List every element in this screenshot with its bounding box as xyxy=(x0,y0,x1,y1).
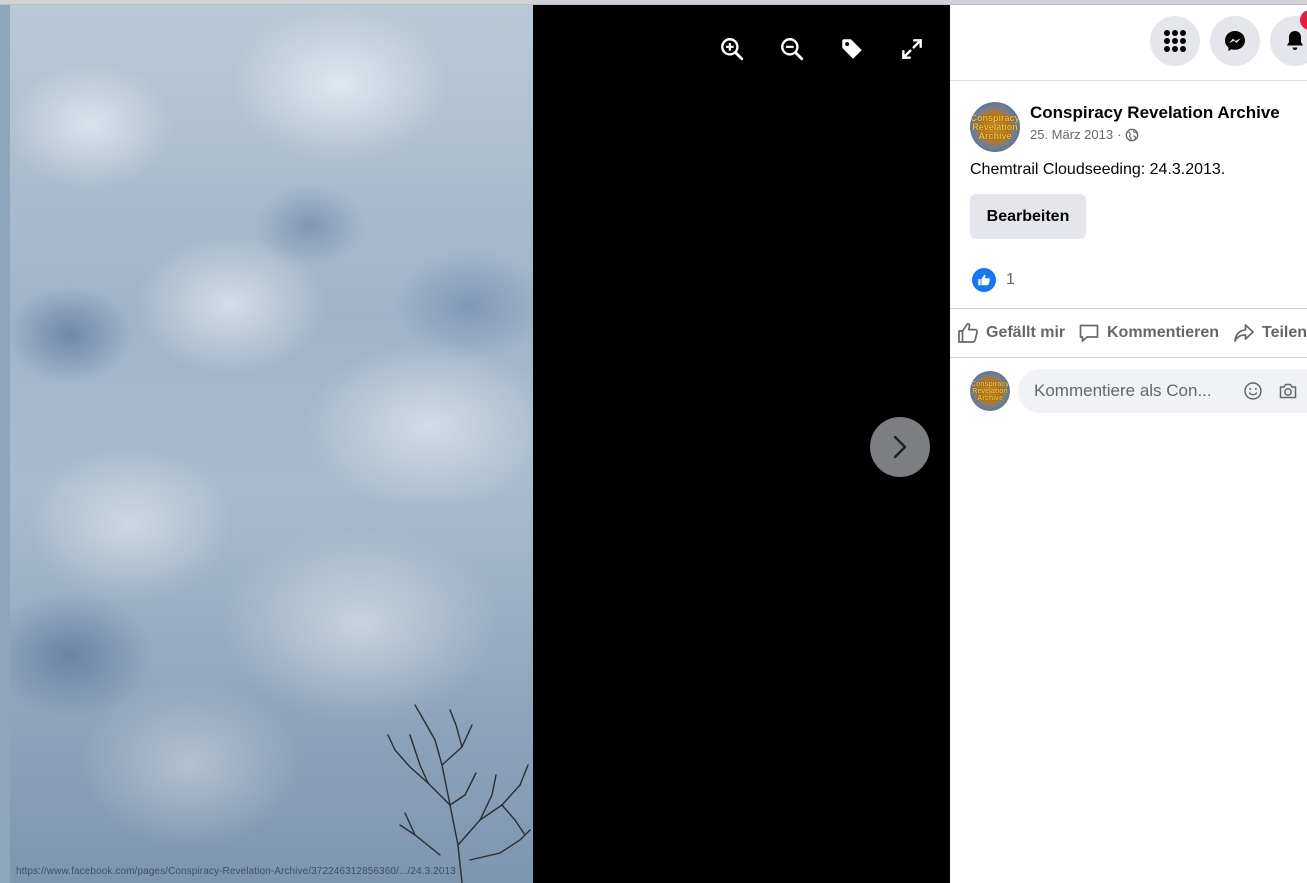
share-icon xyxy=(1234,324,1254,342)
photo-viewer: https://www.facebook.com/pages/Conspirac… xyxy=(0,5,950,883)
notifications-bell-icon xyxy=(1287,31,1303,50)
menu-button[interactable] xyxy=(1150,16,1200,66)
emoji-button[interactable] xyxy=(1241,379,1265,403)
page-avatar[interactable]: Conspiracy Revelation Archive xyxy=(970,102,1020,152)
tag-icon xyxy=(842,39,862,59)
comment-icon xyxy=(1079,324,1099,342)
zoom-out-icon xyxy=(781,38,804,61)
reactions-summary[interactable]: 1 xyxy=(972,268,1015,292)
comment-input[interactable] xyxy=(1032,380,1236,402)
post-actions: Gefällt mir Kommentieren Teilen xyxy=(950,308,1307,358)
zoom-in-button[interactable] xyxy=(718,35,746,63)
camera-icon xyxy=(1279,383,1297,399)
like-reaction-icon xyxy=(972,268,996,292)
photo-watermark-url: https://www.facebook.com/pages/Conspirac… xyxy=(16,866,456,877)
tree-silhouette xyxy=(387,704,531,883)
post-caption: Chemtrail Cloudseeding: 24.3.2013. xyxy=(970,161,1226,178)
edit-button[interactable]: Bearbeiten xyxy=(970,194,1086,239)
page-name-link[interactable]: Conspiracy Revelation Archive xyxy=(1030,103,1280,123)
post-date[interactable]: 25. März 2013 xyxy=(1030,127,1113,142)
meta-separator: · xyxy=(1117,127,1122,142)
tag-photo-button[interactable] xyxy=(838,35,866,63)
share-label: Teilen xyxy=(1262,324,1307,341)
messenger-icon xyxy=(1225,31,1245,51)
fullscreen-icon xyxy=(902,39,922,59)
menu-grid-icon xyxy=(1164,30,1186,52)
panel-header xyxy=(950,5,1307,81)
avatar-text-line-1: Conspiracy xyxy=(970,380,1010,388)
messenger-button[interactable] xyxy=(1210,16,1260,66)
avatar-text-line-3: Archive xyxy=(977,394,1003,402)
fullscreen-button[interactable] xyxy=(898,35,926,63)
avatar-text-line-3: Archive xyxy=(978,130,1012,141)
like-label: Gefällt mir xyxy=(986,324,1066,341)
commenter-avatar[interactable]: Conspiracy Revelation Archive xyxy=(970,371,1010,411)
chevron-right-icon xyxy=(893,435,907,459)
post-side-panel: Conspiracy Revelation Archive Conspiracy… xyxy=(950,5,1307,883)
globe-icon xyxy=(1126,128,1139,141)
viewer-edge xyxy=(0,5,10,883)
comment-button[interactable]: Kommentieren xyxy=(1077,321,1219,345)
comment-label: Kommentieren xyxy=(1107,324,1220,341)
zoom-in-icon xyxy=(721,38,744,61)
camera-button[interactable] xyxy=(1276,379,1300,403)
share-button[interactable]: Teilen xyxy=(1232,321,1307,345)
like-button[interactable]: Gefällt mir xyxy=(956,321,1065,345)
emoji-icon xyxy=(1244,382,1262,400)
zoom-out-button[interactable] xyxy=(778,35,806,63)
avatar-text-line-2: Revelation xyxy=(972,387,1008,395)
next-photo-button[interactable] xyxy=(870,417,930,477)
photo-clouds[interactable]: https://www.facebook.com/pages/Conspirac… xyxy=(10,5,533,883)
thumbs-up-icon xyxy=(958,323,978,343)
comment-composer[interactable] xyxy=(1018,369,1307,413)
reaction-count: 1 xyxy=(1006,271,1015,288)
post-meta: 25. März 2013 · xyxy=(1030,127,1139,142)
